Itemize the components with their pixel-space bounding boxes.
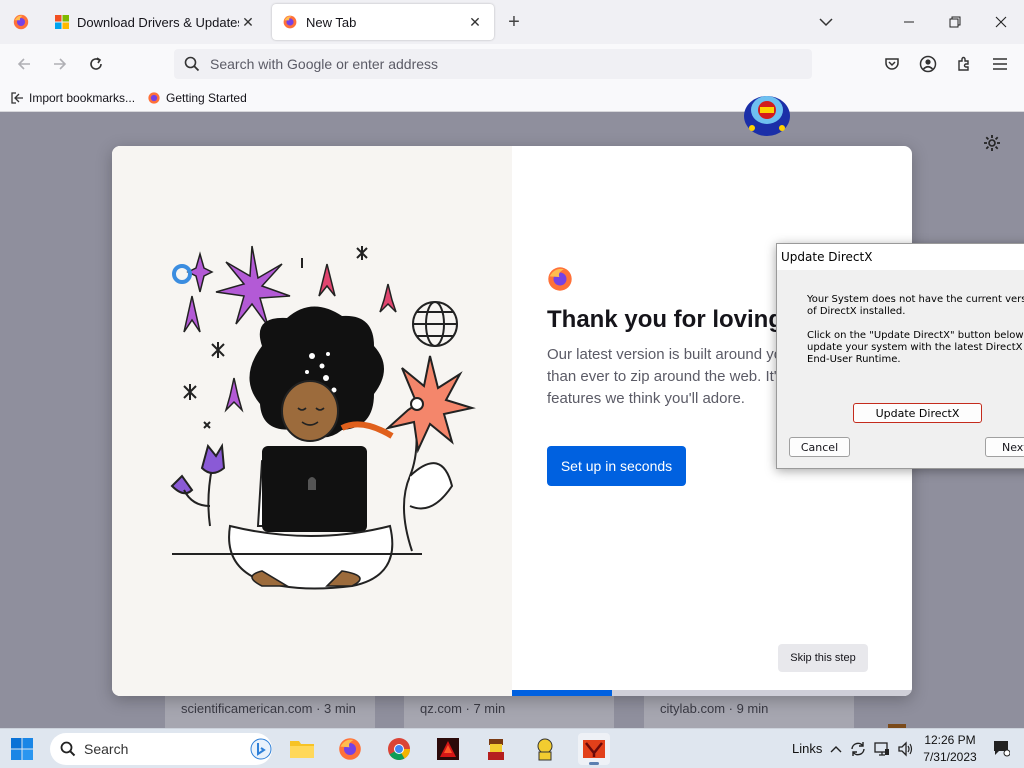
puzzle-icon	[958, 56, 969, 71]
onboarding-progress	[512, 690, 912, 696]
story-card[interactable]: qz.com · 7 min	[404, 692, 614, 728]
clock[interactable]: 12:26 PM 7/31/2023	[920, 732, 980, 766]
tab-title: Download Drivers & Updates for Microsoft…	[77, 14, 239, 30]
back-button[interactable]	[10, 50, 38, 78]
restore-icon	[949, 16, 961, 28]
close-icon	[995, 16, 1007, 28]
arrow-left-icon	[17, 58, 30, 70]
sync-icon	[851, 742, 865, 756]
story-card[interactable]: scientificamerican.com · 3 min	[165, 692, 375, 728]
address-bar[interactable]	[174, 49, 812, 79]
maximize-button[interactable]	[932, 0, 978, 44]
tab-microsoft-download[interactable]: Download Drivers & Updates for Microsoft…	[45, 4, 267, 40]
onboarding-illustration	[112, 146, 512, 696]
forward-button[interactable]	[46, 50, 74, 78]
taskbar: Search Links 12:26 PM 7/31/2023	[0, 728, 1024, 768]
directx-setup-taskbar-button[interactable]	[578, 733, 610, 765]
tab-new-tab[interactable]: New Tab ✕	[272, 4, 494, 40]
nav-bar	[0, 44, 1024, 84]
taskbar-search[interactable]: Search	[50, 733, 272, 765]
person-with-laptop-illustration	[170, 245, 476, 590]
account-icon	[919, 55, 937, 73]
dialog-title: Update DirectX	[777, 244, 1024, 270]
show-hidden-icons-button[interactable]	[826, 739, 846, 759]
account-button[interactable]	[916, 52, 940, 76]
dialog-message: Your System does not have the current ve…	[807, 294, 1024, 365]
menu-button[interactable]	[988, 52, 1012, 76]
microsoft-logo-icon	[55, 15, 69, 29]
links-toolbar[interactable]: Links	[792, 741, 822, 756]
clock-date: 7/31/2023	[923, 750, 977, 764]
skip-step-button[interactable]: Skip this step	[778, 644, 868, 672]
pocket-button[interactable]	[880, 52, 904, 76]
yellow-figure-icon	[537, 738, 553, 761]
cancel-button[interactable]: Cancel	[789, 437, 850, 457]
update-directx-button[interactable]: Update DirectX	[853, 403, 982, 423]
firefox-icon	[283, 15, 297, 29]
tab-title: New Tab	[306, 14, 357, 30]
speaker-icon	[898, 741, 913, 757]
tab-strip: Download Drivers & Updates for Microsoft…	[0, 0, 1024, 44]
directx-icon	[583, 740, 605, 758]
folder-icon	[290, 741, 314, 758]
new-tab-button[interactable]: +	[502, 10, 526, 34]
lego-app-taskbar-button[interactable]	[529, 733, 561, 765]
hamburger-menu-icon	[993, 58, 1007, 70]
extensions-button[interactable]	[952, 52, 976, 76]
taskbar-search-label: Search	[84, 741, 129, 757]
clock-time: 12:26 PM	[924, 733, 976, 747]
minimize-button[interactable]	[886, 0, 932, 44]
app-taskbar-button[interactable]	[432, 733, 464, 765]
arrow-right-icon	[54, 58, 67, 70]
network-icon	[874, 742, 889, 756]
chrome-icon	[388, 738, 410, 760]
search-icon	[184, 56, 200, 72]
lego-minifig-icon	[488, 739, 504, 760]
story-card[interactable]: citylab.com · 9 min	[644, 692, 854, 728]
volume-tray-icon[interactable]	[895, 739, 915, 759]
next-button[interactable]: Next	[985, 437, 1024, 457]
notifications-button[interactable]	[992, 739, 1012, 759]
update-directx-dialog: Update DirectX Your System does not have…	[776, 243, 1024, 469]
firefox-icon	[339, 738, 361, 760]
gear-icon	[984, 135, 1000, 151]
bookmark-import[interactable]: Import bookmarks...	[10, 91, 135, 105]
bookmark-label: Getting Started	[166, 90, 247, 105]
firefox-view-button[interactable]	[0, 0, 42, 44]
bookmark-getting-started[interactable]: Getting Started	[147, 91, 247, 105]
reload-icon	[90, 57, 102, 70]
file-explorer-button[interactable]	[286, 733, 318, 765]
lego-ball-icon	[744, 96, 790, 136]
notification-icon	[994, 741, 1011, 757]
search-icon	[60, 741, 76, 757]
list-all-tabs-button[interactable]	[814, 10, 838, 34]
setup-button[interactable]: Set up in seconds	[547, 446, 686, 486]
bookmark-label: Import bookmarks...	[29, 90, 136, 105]
import-icon	[11, 91, 23, 104]
firefox-taskbar-button[interactable]	[334, 733, 366, 765]
lego-game-taskbar-button[interactable]	[480, 733, 512, 765]
progress-fill	[512, 690, 612, 696]
red-app-icon	[437, 738, 459, 760]
bing-icon	[250, 738, 272, 760]
url-input[interactable]	[210, 56, 790, 72]
chevron-down-icon	[819, 18, 833, 27]
pocket-icon	[885, 58, 899, 70]
minimize-icon	[904, 21, 914, 23]
firefox-icon	[13, 14, 29, 30]
close-tab-icon[interactable]: ✕	[466, 13, 484, 31]
start-button[interactable]	[10, 737, 36, 763]
close-window-button[interactable]	[978, 0, 1024, 44]
chevron-up-icon	[830, 746, 842, 753]
firefox-icon	[148, 91, 160, 104]
reload-button[interactable]	[82, 50, 110, 78]
sync-tray-icon[interactable]	[848, 739, 868, 759]
personalize-button[interactable]	[983, 134, 1003, 154]
bookmarks-toolbar: Import bookmarks... Getting Started	[0, 84, 1024, 112]
network-tray-icon[interactable]	[872, 739, 892, 759]
chrome-taskbar-button[interactable]	[383, 733, 415, 765]
close-tab-icon[interactable]: ✕	[239, 13, 257, 31]
firefox-logo-icon	[547, 266, 573, 292]
windows-logo-icon	[11, 738, 33, 760]
